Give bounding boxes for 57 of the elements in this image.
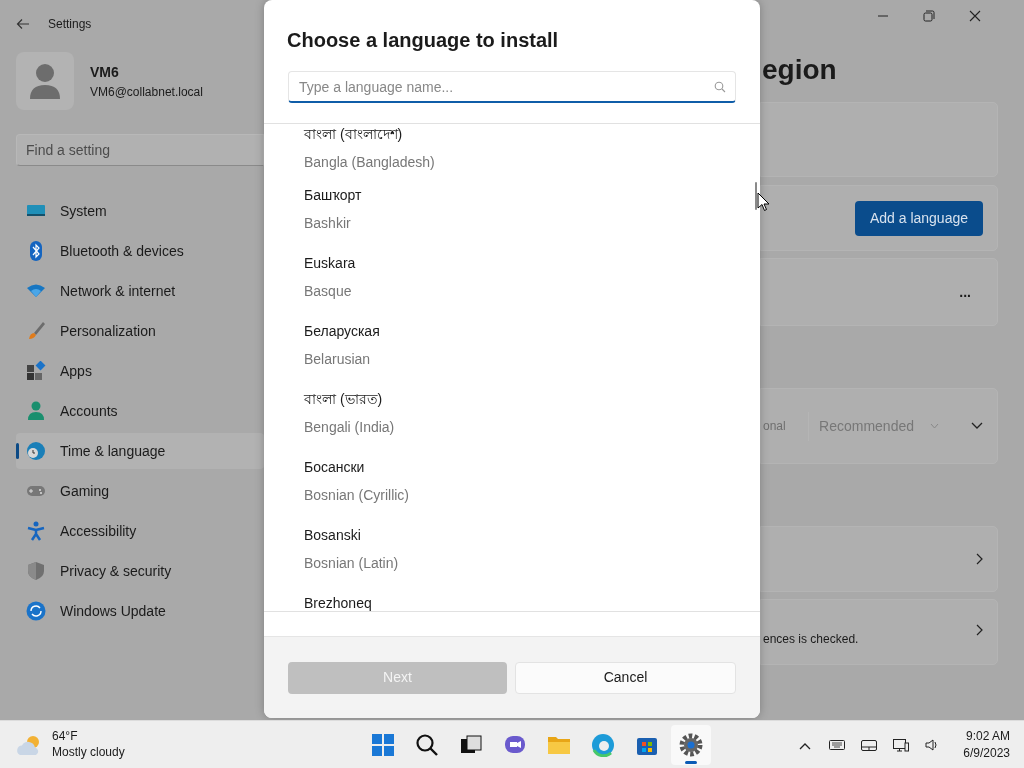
account-name: VM6	[90, 62, 120, 82]
restore-icon[interactable]	[923, 10, 935, 22]
scrollbar-thumb[interactable]	[755, 182, 757, 210]
language-option[interactable]: Brezhoneq	[264, 593, 760, 611]
dialog-title: Choose a language to install	[287, 29, 560, 51]
gear-icon	[678, 732, 703, 757]
add-language-button[interactable]: Add a language	[854, 200, 983, 236]
weather-text: Mostly cloudy	[52, 744, 125, 761]
nav-item[interactable]: Privacy & security	[16, 553, 264, 589]
globe-clock-icon	[26, 441, 46, 461]
shield-icon	[26, 561, 46, 581]
browser-icon	[590, 732, 615, 757]
search-icon	[714, 81, 726, 93]
apps-icon	[26, 361, 46, 381]
nav-item[interactable]: System	[16, 193, 264, 229]
window-title: Settings	[48, 16, 92, 33]
person-icon	[26, 401, 46, 421]
nav-item[interactable]: Accounts	[16, 393, 264, 429]
nav-item[interactable]: Network & internet	[16, 273, 264, 309]
nav-item[interactable]: Windows Update	[16, 593, 264, 629]
setting-description: ences is checked.	[763, 631, 859, 648]
nav-item[interactable]: Accessibility	[16, 513, 264, 549]
start-icon	[370, 732, 395, 757]
clock[interactable]: 9:02 AM 6/9/2023	[963, 728, 1010, 761]
language-option[interactable]: Башҡорт Bashkir	[264, 185, 760, 253]
close-icon[interactable]	[969, 10, 981, 22]
cancel-button[interactable]: Cancel	[515, 661, 736, 694]
caret-icon	[930, 423, 939, 429]
back-icon[interactable]	[16, 18, 30, 30]
language-option[interactable]: বাংলা (ভারত) Bengali (India)	[264, 389, 760, 457]
brush-icon	[26, 321, 46, 341]
language-search-field[interactable]: Type a language name...	[288, 71, 736, 103]
language-option[interactable]: Bosanski Bosnian (Latin)	[264, 525, 760, 593]
language-option[interactable]: Босански Bosnian (Cyrillic)	[264, 457, 760, 525]
nav-item[interactable]: Bluetooth & devices	[16, 233, 264, 269]
chevron-right-icon[interactable]	[975, 624, 983, 636]
setting-description: onal	[763, 418, 786, 435]
temperature-text: 64°F	[52, 728, 79, 745]
nav-item[interactable]: Time & language	[16, 433, 264, 469]
nav-item[interactable]: Apps	[16, 353, 264, 389]
accessibility-icon	[26, 521, 46, 541]
search-field[interactable]: Find a setting	[16, 134, 264, 166]
nav-item[interactable]: Gaming	[16, 473, 264, 509]
expand-icon[interactable]	[971, 422, 983, 430]
update-icon	[26, 601, 46, 621]
more-button[interactable]: ...	[959, 281, 971, 303]
avatar	[16, 52, 74, 110]
taskbar-app-button[interactable]	[670, 724, 711, 765]
nav-item[interactable]: Personalization	[16, 313, 264, 349]
page-title: egion	[762, 56, 838, 84]
account-email: VM6@collabnet.local	[90, 83, 203, 101]
network-icon[interactable]	[893, 736, 910, 753]
language-option[interactable]: বাংলা (বাংলাদেশ) Bangla (Bangladesh)	[264, 124, 760, 185]
language-option[interactable]: Euskara Basque	[264, 253, 760, 321]
language-option[interactable]: Беларуская Belarusian	[264, 321, 760, 389]
chevron-right-icon[interactable]	[975, 553, 983, 565]
search-icon	[414, 732, 439, 757]
